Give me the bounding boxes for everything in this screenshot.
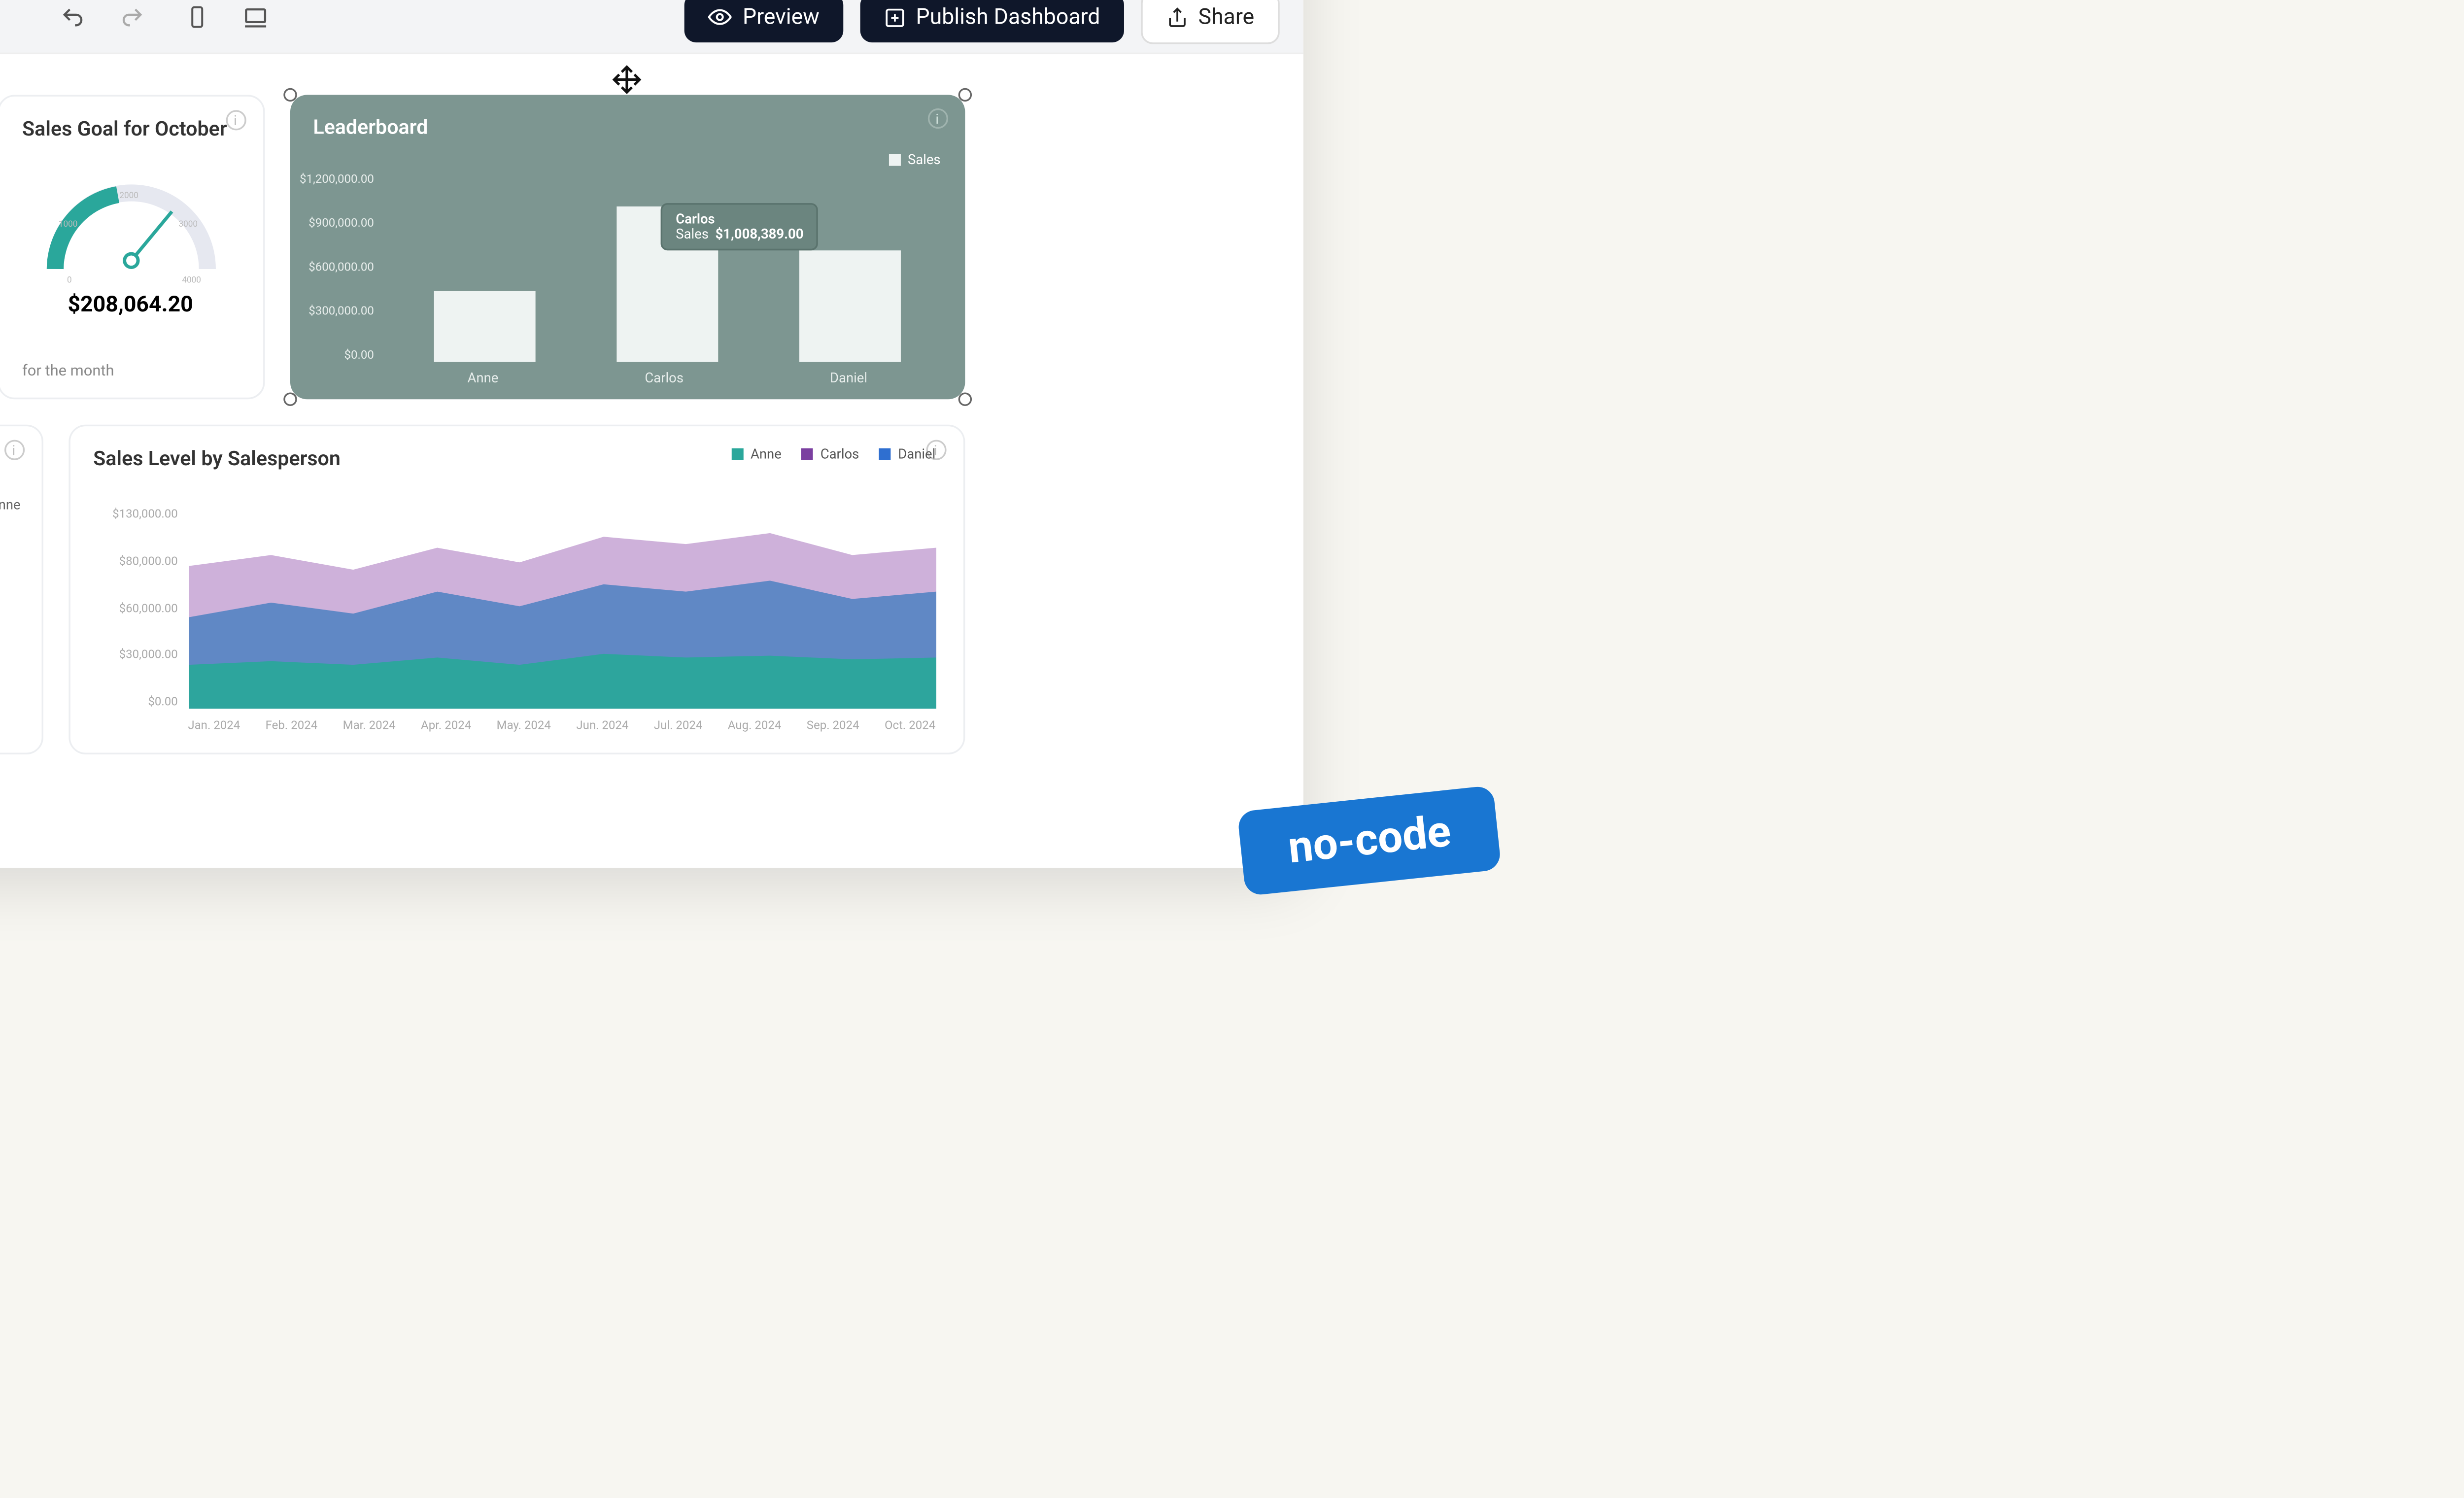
redo-button[interactable] xyxy=(119,4,144,30)
pie-card-sales-by-salesperson[interactable]: Sales by Salesperson i Ann xyxy=(0,425,42,754)
preview-button[interactable]: Preview xyxy=(685,0,843,41)
resize-handle[interactable] xyxy=(958,392,971,406)
undo-icon xyxy=(60,4,85,30)
eye-icon xyxy=(709,5,732,29)
undo-button[interactable] xyxy=(60,4,85,30)
x-axis: Anne Carlos Daniel xyxy=(394,371,941,386)
chart-tooltip: Carlos Sales $1,008,389.00 xyxy=(660,203,819,250)
app-toolbar: Leaderboard Preview Publish Da xyxy=(0,0,1303,54)
x-axis: Jan. 2024 Feb. 2024 Mar. 2024 Apr. 2024 … xyxy=(188,719,935,732)
y-axis: $130,000.00 $80,000.00 $60,000.00 $30,00… xyxy=(93,508,178,709)
svg-text:0: 0 xyxy=(66,275,71,285)
gauge-value: $208,064.20 xyxy=(68,293,193,318)
area-card-sales-level[interactable]: Sales Level by Salesperson i Anne Carlos… xyxy=(68,425,964,754)
move-handle-icon[interactable] xyxy=(612,65,642,95)
gauge-subtitle: for the month xyxy=(22,364,114,380)
publish-button[interactable]: Publish Dashboard xyxy=(860,0,1124,41)
pie-label-anne: Anne xyxy=(0,497,21,512)
area-chart xyxy=(188,508,935,709)
resize-handle[interactable] xyxy=(283,392,296,406)
mobile-icon xyxy=(185,4,209,28)
chart-legend: Anne Carlos Daniel xyxy=(732,446,935,462)
publish-icon xyxy=(884,6,906,28)
bar-card-leaderboard[interactable]: i Leaderboard Sales $1,200,000.00 $900,0… xyxy=(289,95,964,399)
card-title: Leaderboard xyxy=(313,115,940,139)
redo-icon xyxy=(119,4,144,30)
bar-anne xyxy=(435,291,536,362)
svg-text:2000: 2000 xyxy=(119,191,138,201)
share-button[interactable]: Share xyxy=(1141,0,1280,43)
svg-text:3000: 3000 xyxy=(178,219,197,229)
browser-window: https://dashbreeze.com Leaderboard xyxy=(0,0,1303,868)
svg-text:1000: 1000 xyxy=(58,219,77,229)
resize-handle[interactable] xyxy=(283,88,296,102)
resize-handle[interactable] xyxy=(958,88,971,102)
chart-legend: Sales xyxy=(889,152,940,168)
gauge-chart: 0 1000 2000 3000 4000 xyxy=(29,151,232,286)
bar-daniel xyxy=(799,250,900,362)
desktop-view-button[interactable] xyxy=(242,4,268,30)
mobile-view-button[interactable] xyxy=(185,4,209,30)
share-icon xyxy=(1166,6,1188,28)
svg-text:4000: 4000 xyxy=(181,275,201,285)
pie-chart: Anne Carlos Daniel xyxy=(0,494,17,714)
dashboard-canvas: Sales Goal i 0 1000 2000 xyxy=(0,95,964,754)
gauge-card-sales-goal-month[interactable]: Sales Goal for October i 0 1000 xyxy=(0,95,264,399)
workspace[interactable]: Sales Goal i 0 1000 2000 xyxy=(0,54,1303,868)
desktop-icon xyxy=(242,4,268,30)
y-axis: $1,200,000.00 $900,000.00 $600,000.00 $3… xyxy=(296,172,374,362)
card-title: Sales Goal for October xyxy=(22,117,239,140)
